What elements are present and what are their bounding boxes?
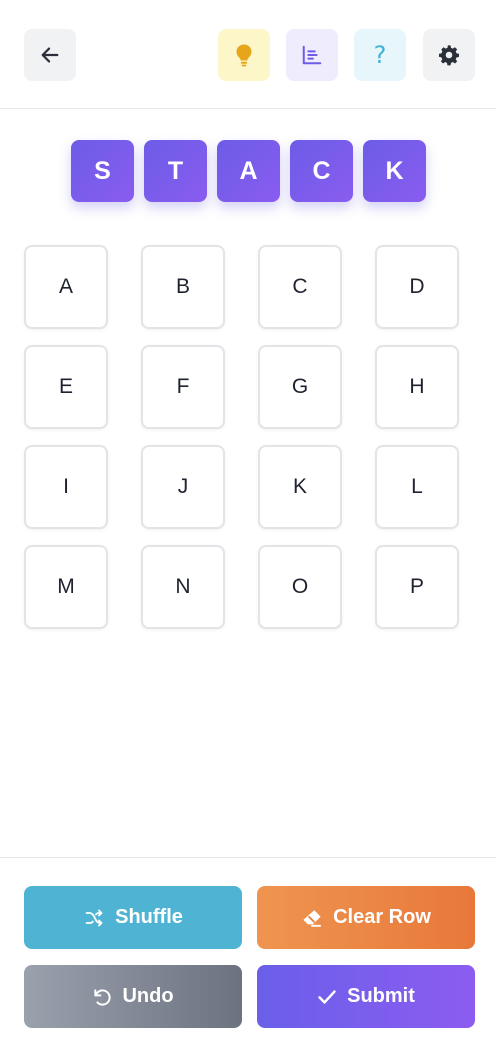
letter-cell[interactable]: M [24, 545, 108, 629]
word-tile[interactable]: A [217, 140, 280, 202]
undo-button[interactable]: Undo [24, 965, 242, 1028]
letter-cell[interactable]: P [375, 545, 459, 629]
letter-cell[interactable]: E [24, 345, 108, 429]
shuffle-button[interactable]: Shuffle [24, 886, 242, 949]
letter-cell[interactable]: B [141, 245, 225, 329]
gear-icon [439, 45, 459, 66]
letter-cell[interactable]: G [258, 345, 342, 429]
current-word: S T A C K [71, 140, 426, 202]
letter-cell[interactable]: F [141, 345, 225, 429]
app: ? S T A C K A B C D E F G H I J K L M N … [0, 0, 496, 1052]
help-button[interactable]: ? [354, 29, 406, 81]
bar-chart-icon [302, 45, 322, 65]
clear-row-button[interactable]: Clear Row [257, 886, 475, 949]
submit-label: Submit [347, 985, 415, 1007]
shuffle-icon [85, 909, 103, 926]
action-bar: Shuffle Clear Row Undo Submit [0, 857, 496, 1052]
letter-cell[interactable]: A [24, 245, 108, 329]
question-icon: ? [373, 41, 387, 69]
letter-cell[interactable]: J [141, 445, 225, 529]
letter-cell[interactable]: L [375, 445, 459, 529]
undo-icon [94, 988, 112, 1006]
word-tile[interactable]: T [144, 140, 207, 202]
letter-cell[interactable]: I [24, 445, 108, 529]
letter-cell[interactable]: C [258, 245, 342, 329]
word-tile[interactable]: C [290, 140, 353, 202]
undo-label: Undo [122, 985, 174, 1007]
clear-row-label: Clear Row [333, 906, 431, 928]
settings-button[interactable] [423, 29, 475, 81]
submit-button[interactable]: Submit [257, 965, 475, 1028]
arrow-left-icon [41, 47, 59, 63]
hint-button[interactable] [218, 29, 270, 81]
letter-cell[interactable]: O [258, 545, 342, 629]
stats-button[interactable] [286, 29, 338, 81]
check-icon [318, 989, 336, 1004]
letter-cell[interactable]: H [375, 345, 459, 429]
letter-cell[interactable]: K [258, 445, 342, 529]
letter-cell[interactable]: N [141, 545, 225, 629]
lightbulb-icon [236, 44, 252, 67]
shuffle-label: Shuffle [115, 906, 183, 928]
letter-cell[interactable]: D [375, 245, 459, 329]
word-tile[interactable]: K [363, 140, 426, 202]
letter-grid: A B C D E F G H I J K L M N O P [24, 245, 459, 629]
word-tile[interactable]: S [71, 140, 134, 202]
header: ? [0, 0, 496, 109]
eraser-icon [303, 909, 322, 927]
back-button[interactable] [24, 29, 76, 81]
